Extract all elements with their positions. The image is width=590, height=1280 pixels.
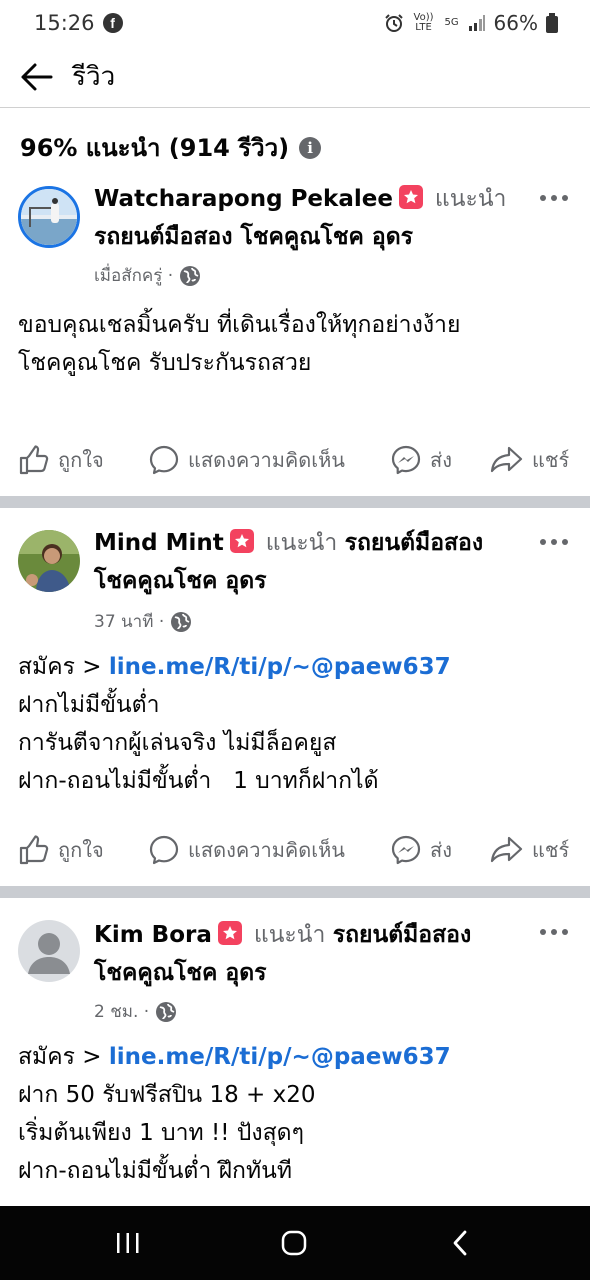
recommendation-summary: 96% แนะนำ (914 รีวิว) i bbox=[20, 128, 322, 167]
home-button[interactable] bbox=[264, 1226, 324, 1260]
review-time[interactable]: 37 นาที · bbox=[94, 608, 164, 635]
page-name-cont[interactable]: โชคคูณโชค อุดร bbox=[94, 960, 267, 986]
status-bar: 15:26 f Vo)) LTE 5G 66% bbox=[0, 0, 590, 46]
alarm-icon bbox=[384, 14, 403, 32]
page-name[interactable]: รถยนต์มือสอง bbox=[333, 922, 471, 948]
review-header: Watcharapong Pekalee แนะนำ รถยนต์มือสอง โ… bbox=[94, 180, 534, 256]
share-button[interactable]: แชร์ bbox=[490, 834, 569, 866]
review-time[interactable]: 2 ชม. · bbox=[94, 998, 149, 1025]
network-type: 5G bbox=[444, 17, 459, 28]
recent-apps-icon bbox=[117, 1233, 139, 1253]
page-name[interactable]: รถยนต์มือสอง bbox=[345, 530, 483, 556]
volte-indicator: Vo)) LTE bbox=[413, 12, 434, 33]
signal-icon bbox=[468, 15, 485, 31]
reviewer-name[interactable]: Kim Bora bbox=[94, 922, 212, 948]
action-bar: ถูกใจ แสดงความคิดเห็น ส่ง แชร์ bbox=[0, 830, 590, 870]
system-navigation-bar bbox=[0, 1206, 590, 1280]
like-button[interactable]: ถูกใจ bbox=[18, 834, 104, 866]
comment-button[interactable]: แสดงความคิดเห็น bbox=[148, 834, 345, 866]
chevron-left-icon bbox=[453, 1230, 467, 1256]
page-name[interactable]: รถยนต์มือสอง โชคคูณโชค อุดร bbox=[94, 224, 413, 250]
globe-icon bbox=[180, 265, 201, 286]
battery-icon bbox=[546, 13, 558, 33]
review-card: Watcharapong Pekalee แนะนำ รถยนต์มือสอง โ… bbox=[0, 178, 590, 496]
like-label: ถูกใจ bbox=[58, 448, 104, 472]
review-meta: เมื่อสักครู่ · bbox=[94, 262, 201, 289]
reviewer-name[interactable]: Watcharapong Pekalee bbox=[94, 186, 393, 212]
facebook-notification-icon: f bbox=[102, 13, 123, 33]
recommends-label: แนะนำ bbox=[434, 186, 507, 212]
share-button[interactable]: แชร์ bbox=[490, 444, 569, 476]
avatar[interactable] bbox=[18, 186, 80, 248]
recommends-label: แนะนำ bbox=[253, 922, 326, 948]
section-divider bbox=[0, 496, 590, 508]
review-text: สมัคร > line.me/R/ti/p/~@paew637 ฝากไม่ม… bbox=[18, 654, 451, 794]
review-card: Mind Mint แนะนำ รถยนต์มือสอง โชคคูณโชค อุ… bbox=[0, 508, 590, 886]
app-header: รีวิว bbox=[0, 46, 590, 108]
recommend-flag-icon bbox=[217, 921, 242, 945]
avatar[interactable] bbox=[18, 530, 80, 592]
clock: 15:26 bbox=[34, 11, 95, 35]
external-link[interactable]: line.me/R/ti/p/~@paew637 bbox=[109, 1044, 451, 1070]
review-header: Mind Mint แนะนำ รถยนต์มือสอง โชคคูณโชค อุ… bbox=[94, 524, 534, 600]
send-button[interactable]: ส่ง bbox=[390, 834, 452, 866]
battery-percent: 66% bbox=[493, 11, 538, 35]
comment-icon bbox=[149, 445, 179, 475]
send-label: ส่ง bbox=[430, 838, 452, 862]
recent-apps-button[interactable] bbox=[98, 1226, 158, 1260]
summary-text: 96% แนะนำ (914 รีวิว) bbox=[20, 134, 290, 162]
comment-icon bbox=[149, 835, 179, 865]
recommends-label: แนะนำ bbox=[265, 530, 338, 556]
page-name-cont[interactable]: โชคคูณโชค อุดร bbox=[94, 568, 267, 594]
recommend-flag-icon bbox=[398, 185, 423, 209]
like-button[interactable]: ถูกใจ bbox=[18, 444, 104, 476]
share-label: แชร์ bbox=[532, 838, 570, 862]
share-arrow-icon bbox=[490, 446, 523, 473]
comment-label: แสดงความคิดเห็น bbox=[188, 838, 345, 862]
reviewer-name[interactable]: Mind Mint bbox=[94, 530, 224, 556]
review-card: Kim Bora แนะนำ รถยนต์มือสอง โชคคูณโชค อุด… bbox=[0, 898, 590, 1206]
review-header: Kim Bora แนะนำ รถยนต์มือสอง โชคคูณโชค อุด… bbox=[94, 916, 534, 992]
back-nav-button[interactable] bbox=[430, 1226, 490, 1260]
share-label: แชร์ bbox=[532, 448, 570, 472]
more-options-button[interactable] bbox=[534, 920, 574, 944]
share-arrow-icon bbox=[490, 836, 523, 863]
review-time[interactable]: เมื่อสักครู่ · bbox=[94, 262, 173, 289]
avatar[interactable] bbox=[18, 920, 80, 982]
messenger-icon bbox=[391, 835, 421, 865]
thumbs-up-icon bbox=[19, 835, 49, 865]
section-divider bbox=[0, 886, 590, 898]
review-meta: 37 นาที · bbox=[94, 608, 192, 635]
send-button[interactable]: ส่ง bbox=[390, 444, 452, 476]
review-text: ขอบคุณเชลมิ้นครับ ที่เดินเรื่องให้ทุกอย่… bbox=[18, 312, 461, 376]
external-link[interactable]: line.me/R/ti/p/~@paew637 bbox=[109, 654, 451, 680]
globe-icon bbox=[156, 1001, 177, 1022]
comment-button[interactable]: แสดงความคิดเห็น bbox=[148, 444, 345, 476]
like-label: ถูกใจ bbox=[58, 838, 104, 862]
arrow-left-icon bbox=[21, 63, 53, 90]
action-bar: ถูกใจ แสดงความคิดเห็น ส่ง แชร์ bbox=[0, 440, 590, 480]
page-title: รีวิว bbox=[72, 62, 116, 92]
more-options-button[interactable] bbox=[534, 186, 574, 210]
globe-icon bbox=[171, 611, 192, 632]
comment-label: แสดงความคิดเห็น bbox=[188, 448, 345, 472]
recommend-flag-icon bbox=[229, 529, 254, 553]
send-label: ส่ง bbox=[430, 448, 452, 472]
back-button[interactable] bbox=[0, 46, 72, 108]
info-icon[interactable]: i bbox=[299, 136, 322, 159]
messenger-icon bbox=[391, 445, 421, 475]
thumbs-up-icon bbox=[19, 445, 49, 475]
more-options-button[interactable] bbox=[534, 530, 574, 554]
review-meta: 2 ชม. · bbox=[94, 998, 177, 1025]
home-icon bbox=[281, 1230, 307, 1256]
review-text: สมัคร > line.me/R/ti/p/~@paew637 ฝาก 50 … bbox=[18, 1044, 451, 1184]
